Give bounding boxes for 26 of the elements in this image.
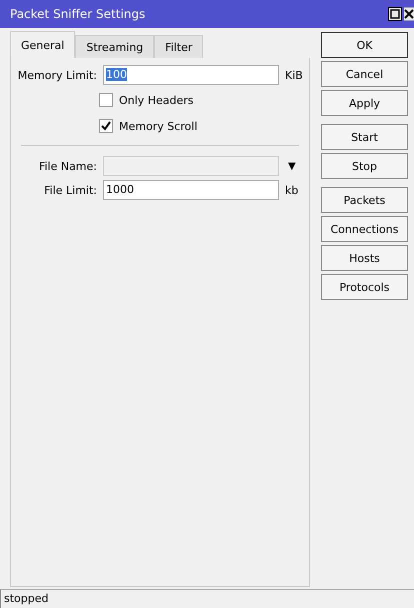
action-button[interactable]: Cancel — [321, 61, 408, 87]
action-button[interactable]: Stop — [321, 153, 408, 179]
action-button[interactable]: Start — [321, 124, 408, 150]
field-label: File Name: — [38, 160, 98, 172]
close-icon[interactable] — [404, 7, 414, 21]
tab[interactable]: Streaming — [75, 35, 154, 58]
input-field[interactable]: 1000 — [103, 180, 279, 200]
action-button[interactable]: Connections — [321, 216, 408, 242]
field-label: Memory Limit: — [16, 68, 98, 82]
tab[interactable]: Filter — [154, 35, 204, 58]
unit-label: kb — [284, 184, 298, 196]
window-title: Packet Sniffer Settings — [10, 7, 146, 21]
action-button[interactable]: OK — [321, 32, 408, 58]
field-label: File Limit: — [43, 184, 98, 196]
action-button[interactable]: Apply — [321, 90, 408, 116]
maximize-icon[interactable] — [388, 7, 402, 21]
status-bar: stopped — [0, 589, 414, 608]
checkmark-icon — [101, 121, 111, 131]
action-button[interactable]: Packets — [321, 187, 408, 213]
checkbox[interactable]: Only Headers — [99, 87, 309, 113]
action-button[interactable]: Protocols — [321, 274, 408, 300]
tab[interactable]: General — [10, 31, 76, 58]
action-button[interactable]: Hosts — [321, 245, 408, 271]
unit-label: KiB — [284, 68, 303, 82]
checkbox[interactable]: Memory Scroll — [99, 113, 309, 139]
input-field[interactable]: 100 — [103, 65, 279, 85]
